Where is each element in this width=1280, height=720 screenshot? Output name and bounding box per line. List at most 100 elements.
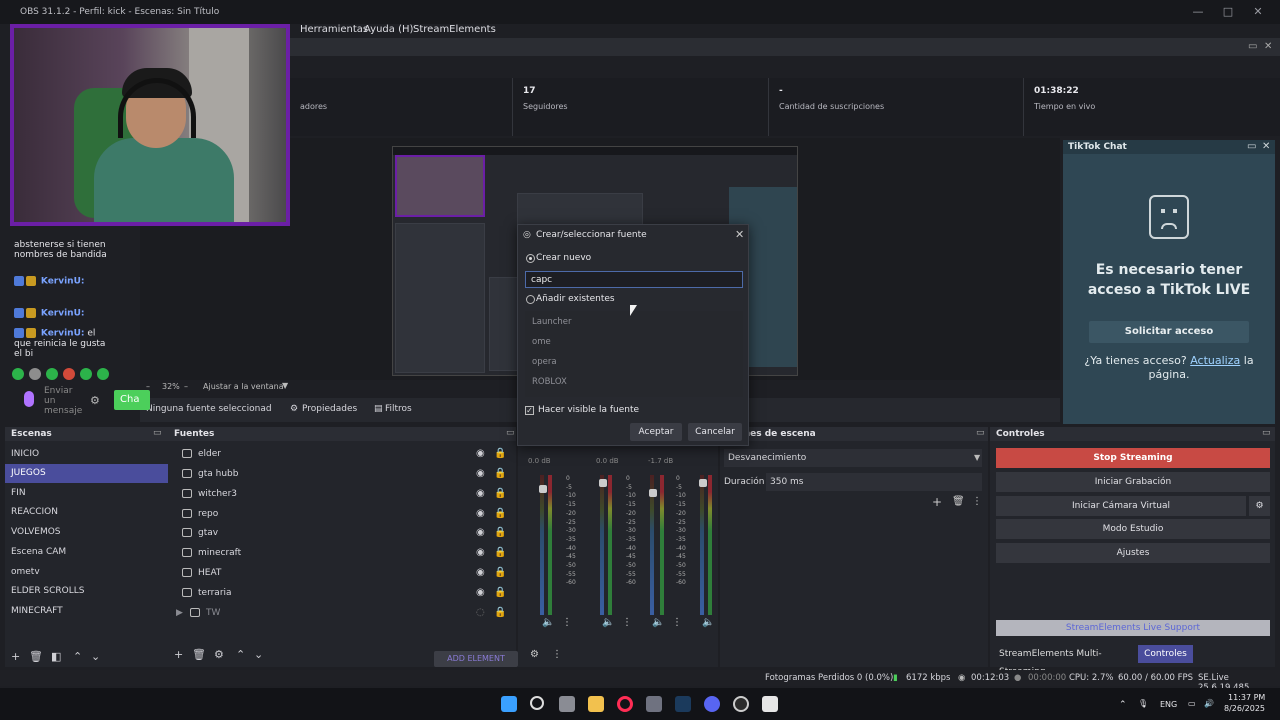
filter-icon[interactable]: ◧ [51, 650, 61, 663]
lock-icon[interactable]: 🔒 [494, 508, 506, 519]
tab-controls[interactable]: Controles [1138, 645, 1193, 663]
lock-icon[interactable]: 🔒 [494, 567, 506, 578]
create-new-label[interactable]: Crear nuevo [536, 253, 591, 263]
language-indicator[interactable]: ENG [1160, 700, 1177, 709]
studio-mode-button[interactable]: Modo Estudio [996, 519, 1270, 539]
close-icon[interactable]: ✕ [735, 228, 744, 241]
add-icon[interactable]: + [932, 495, 942, 509]
scene-item-selected[interactable]: JUEGOS [5, 464, 168, 483]
trash-icon[interactable]: 🗑 [192, 648, 206, 661]
add-existing-label[interactable]: Añadir existentes [536, 294, 615, 304]
undock-icon[interactable]: ▭ [976, 428, 985, 438]
mixer-settings-icon[interactable]: ⚙ [530, 649, 539, 660]
tab-multi-streaming[interactable]: StreamElements Multi-Streaming [996, 645, 1136, 677]
eye-icon[interactable]: ◉ [476, 527, 485, 538]
emote-icon[interactable] [63, 368, 75, 380]
list-item[interactable]: opera [532, 357, 557, 367]
more-icon[interactable]: ⋮ [672, 617, 682, 628]
discord-icon[interactable] [704, 696, 720, 712]
volume-fader[interactable] [539, 485, 547, 493]
chat-input[interactable]: Enviar un mensaje [44, 386, 84, 416]
source-name-input[interactable] [525, 271, 743, 288]
dock-close-icon[interactable]: ✕ [1264, 41, 1272, 52]
eye-icon[interactable]: ◉ [476, 547, 485, 558]
add-existing-radio[interactable] [526, 295, 535, 304]
chevron-down-icon[interactable]: ▼ [282, 381, 288, 390]
cancel-button[interactable]: Cancelar [688, 423, 742, 441]
chat-send-button[interactable]: Cha [114, 390, 150, 410]
close-icon[interactable]: ✕ [1248, 4, 1268, 20]
trash-icon[interactable]: 🗑 [952, 496, 965, 507]
source-item[interactable]: terraria ◉ 🔒 [168, 584, 508, 603]
eye-icon[interactable]: ◉ [476, 488, 485, 499]
arrow-down-icon[interactable]: ⌄ [254, 648, 263, 661]
file-explorer-icon[interactable] [588, 696, 604, 712]
zoom-increase[interactable]: – [184, 382, 188, 391]
emote-icon[interactable] [46, 368, 58, 380]
network-icon[interactable]: ▭ [1188, 699, 1196, 708]
app-icon[interactable] [762, 696, 778, 712]
scene-item[interactable]: Escena CAM [5, 543, 168, 562]
more-icon[interactable]: ⋮ [562, 617, 572, 628]
speaker-icon[interactable]: 🔈 [702, 617, 714, 628]
source-item[interactable]: gtav ◉ 🔒 [168, 524, 508, 543]
undock-icon[interactable]: ▭ [1247, 141, 1256, 152]
mic-icon[interactable]: 🎙 [1138, 699, 1148, 708]
list-item[interactable]: ROBLOX [532, 377, 567, 387]
more-icon[interactable]: ⋮ [552, 649, 562, 660]
arrow-up-icon[interactable]: ⌃ [236, 648, 245, 661]
mic-icon[interactable] [24, 391, 34, 407]
volume-fader[interactable] [599, 479, 607, 487]
emote-icon[interactable] [80, 368, 92, 380]
lock-icon[interactable]: 🔒 [494, 468, 506, 479]
undock-icon[interactable]: ▭ [153, 428, 162, 438]
visible-checkbox[interactable]: ✓ [525, 406, 534, 415]
scene-item[interactable]: INICIO [5, 445, 168, 464]
menu-help[interactable]: Ayuda (H) [364, 24, 413, 35]
steam-icon[interactable] [675, 696, 691, 712]
windows-start-icon[interactable] [501, 696, 517, 712]
volume-fader[interactable] [699, 479, 707, 487]
filters-button[interactable]: Filtros [385, 404, 412, 414]
store-icon[interactable] [646, 696, 662, 712]
source-item[interactable]: gta hubb ◉ 🔒 [168, 465, 508, 484]
se-live-support-button[interactable]: StreamElements Live Support [996, 620, 1270, 636]
source-item[interactable]: witcher3 ◉ 🔒 [168, 485, 508, 504]
lock-icon[interactable]: 🔒 [494, 527, 506, 538]
scene-item[interactable]: REACCION [5, 503, 168, 522]
gear-icon[interactable]: ⚙ [214, 648, 224, 661]
create-new-radio[interactable] [526, 254, 535, 263]
emote-icon[interactable] [12, 368, 24, 380]
settings-button[interactable]: Ajustes [996, 543, 1270, 563]
lock-icon[interactable]: 🔒 [494, 448, 506, 459]
add-element-button[interactable]: ADD ELEMENT [434, 651, 518, 667]
scene-item[interactable]: FIN [5, 484, 168, 503]
gear-icon[interactable]: ⚙ [90, 394, 100, 407]
stop-streaming-button[interactable]: Stop Streaming [996, 448, 1270, 468]
scene-item[interactable]: MINECRAFT [5, 602, 168, 621]
duration-input[interactable]: 350 ms [766, 473, 982, 491]
request-access-button[interactable]: Solicitar acceso [1089, 321, 1249, 343]
transition-select[interactable]: Desvanecimiento ▼ [724, 449, 982, 467]
emote-icon[interactable] [97, 368, 109, 380]
fit-window[interactable]: Ajustar a la ventana [203, 382, 284, 391]
eye-icon[interactable]: ◉ [476, 567, 485, 578]
clock-date[interactable]: 8/26/2025 [1224, 704, 1265, 713]
volume-icon[interactable]: 🔊 [1204, 699, 1214, 708]
more-icon[interactable]: ⋮ [972, 496, 982, 507]
lock-icon[interactable]: 🔒 [494, 587, 506, 598]
speaker-icon[interactable]: 🔈 [542, 617, 554, 628]
volume-fader[interactable] [649, 489, 657, 497]
lock-icon[interactable]: 🔒 [494, 488, 506, 499]
eye-icon[interactable]: ◉ [476, 468, 485, 479]
undock-icon[interactable]: ▭ [506, 428, 515, 438]
tray-chevron-icon[interactable]: ⌃ [1119, 700, 1127, 710]
emote-icon[interactable] [29, 368, 41, 380]
eye-icon[interactable]: ◉ [476, 448, 485, 459]
scene-item[interactable]: ometv [5, 563, 168, 582]
start-recording-button[interactable]: Iniciar Grabación [996, 472, 1270, 492]
arrow-up-icon[interactable]: ⌃ [73, 650, 82, 663]
minimize-icon[interactable]: — [1188, 4, 1208, 20]
clock-time[interactable]: 11:37 PM [1228, 693, 1265, 702]
lock-icon[interactable]: 🔒 [494, 607, 506, 618]
